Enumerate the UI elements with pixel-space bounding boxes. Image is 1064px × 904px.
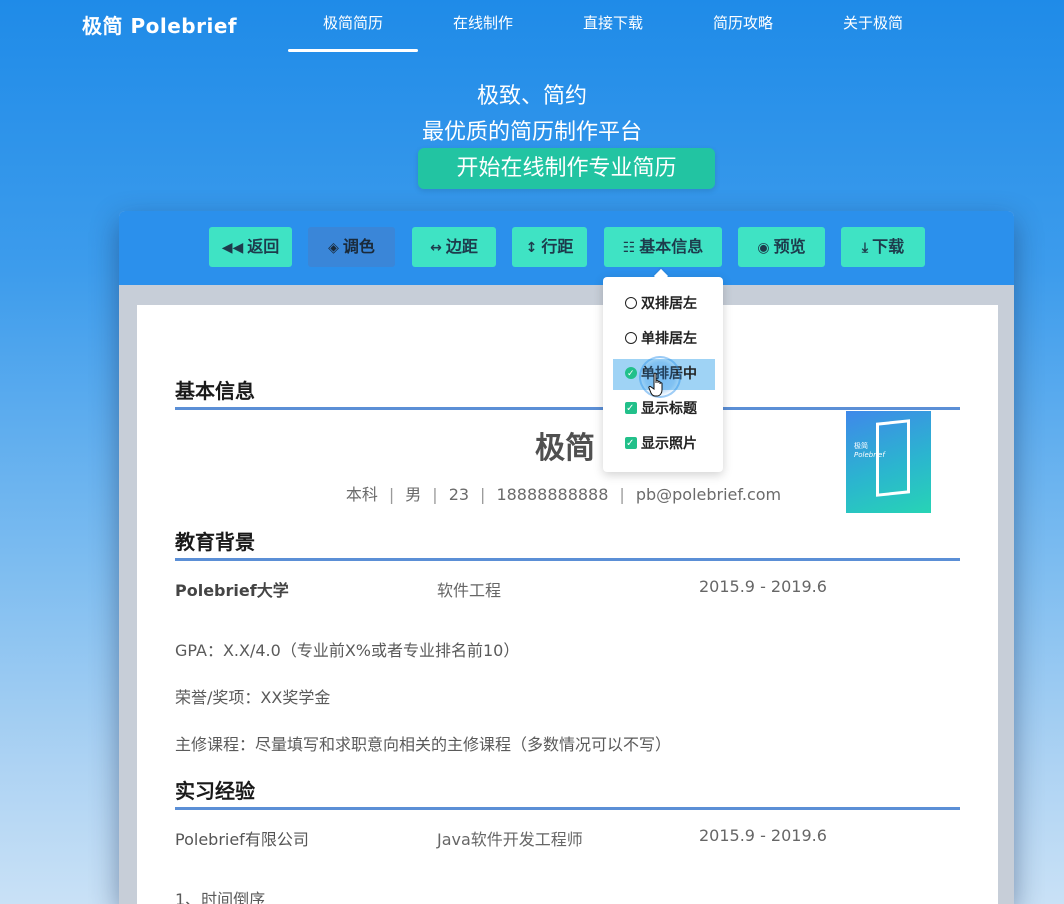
editor-toolbar: ◀◀ 返回 ◈ 调色 ↔ 边距 ↕ 行距 ☷ 基本信息 ◉ 预览 ⤓ 下载 <box>119 211 1014 285</box>
edu-honors[interactable]: 荣誉/奖项：XX奖学金 <box>175 684 330 708</box>
margin-button[interactable]: ↔ 边距 <box>412 227 496 267</box>
arrows-horizontal-icon: ↔ <box>430 240 442 256</box>
hero-subtitle: 最优质的简历制作平台 <box>421 120 642 145</box>
edu-school[interactable]: Polebrief大学 <box>175 577 289 601</box>
email: pb@polebrief.com <box>635 485 782 504</box>
photo-logo-text: 极简 <box>854 442 868 450</box>
show-photo-toggle[interactable]: 显示照片 <box>613 428 715 460</box>
start-online-button[interactable]: 开始在线制作专业简历 <box>418 148 715 189</box>
show-title-toggle[interactable]: 显示标题 <box>613 393 715 425</box>
rewind-icon: ◀◀ <box>221 240 244 256</box>
intern-period[interactable]: 2015.9 - 2019.6 <box>699 826 827 845</box>
hand-pointer-icon <box>648 372 663 397</box>
arrows-vertical-icon: ↕ <box>525 240 538 256</box>
resume-paper[interactable]: 基本信息 极简 本科 | 男 | 23 | 18888888888 | pb@polebrief… <box>137 305 998 904</box>
edu-courses[interactable]: 主修课程：尽量填写和求职意向相关的主修课程（多数情况可以不写） <box>175 731 671 755</box>
checkbox-checked-icon <box>625 393 637 424</box>
intern-company[interactable]: Polebrief有限公司 <box>175 826 309 850</box>
photo-logo-subtext: Polebrief <box>854 451 885 459</box>
paint-bucket-icon: ◈ <box>328 240 339 256</box>
basic-info-button[interactable]: ☷ 基本信息 <box>604 227 722 267</box>
main-nav: 极简简历 在线制作 直接下载 简历攻略 关于极简 <box>288 0 938 52</box>
intern-item[interactable]: 1、时间倒序 <box>175 886 265 904</box>
download-icon: ⤓ <box>861 240 869 256</box>
edu-period[interactable]: 2015.9 - 2019.6 <box>699 577 827 596</box>
nav-item-home[interactable]: 极简简历 <box>288 0 418 52</box>
preview-button[interactable]: ◉ 预览 <box>738 227 825 267</box>
nav-item-download[interactable]: 直接下载 <box>548 0 678 52</box>
intern-position[interactable]: Java软件开发工程师 <box>437 826 583 850</box>
nav-item-online[interactable]: 在线制作 <box>418 0 548 52</box>
color-button[interactable]: ◈ 调色 <box>308 227 395 267</box>
nav-item-about[interactable]: 关于极简 <box>808 0 938 52</box>
edu-gpa[interactable]: GPA：X.X/4.0（专业前X%或者专业排名前10） <box>175 637 519 661</box>
line-spacing-button[interactable]: ↕ 行距 <box>512 227 587 267</box>
radio-icon <box>625 297 637 309</box>
radio-checked-icon <box>625 359 637 390</box>
download-button[interactable]: ⤓ 下载 <box>841 227 925 267</box>
layout-single-left[interactable]: 单排居左 <box>613 324 715 355</box>
checkbox-checked-icon <box>625 428 637 459</box>
edu-major[interactable]: 软件工程 <box>437 577 501 601</box>
gender: 男 <box>405 485 422 504</box>
profile-photo[interactable]: 极简 Polebrief <box>846 411 931 513</box>
list-icon: ☷ <box>622 240 636 256</box>
eye-icon: ◉ <box>757 240 770 256</box>
section-title-internship: 实习经验 <box>175 775 960 810</box>
degree: 本科 <box>345 485 378 504</box>
phone: 18888888888 <box>496 485 609 504</box>
layout-two-column-left[interactable]: 双排居左 <box>613 289 715 320</box>
back-button[interactable]: ◀◀ 返回 <box>209 227 292 267</box>
section-title-basic: 基本信息 <box>175 375 960 410</box>
age: 23 <box>448 485 470 504</box>
section-title-education: 教育背景 <box>175 526 960 561</box>
brand-logo[interactable]: 极简 Polebrief <box>82 10 237 39</box>
hero-slogan: 极致、简约 <box>476 84 587 109</box>
nav-item-guide[interactable]: 简历攻略 <box>678 0 808 52</box>
radio-icon <box>625 332 637 344</box>
resume-name[interactable]: 极简 <box>535 423 595 467</box>
